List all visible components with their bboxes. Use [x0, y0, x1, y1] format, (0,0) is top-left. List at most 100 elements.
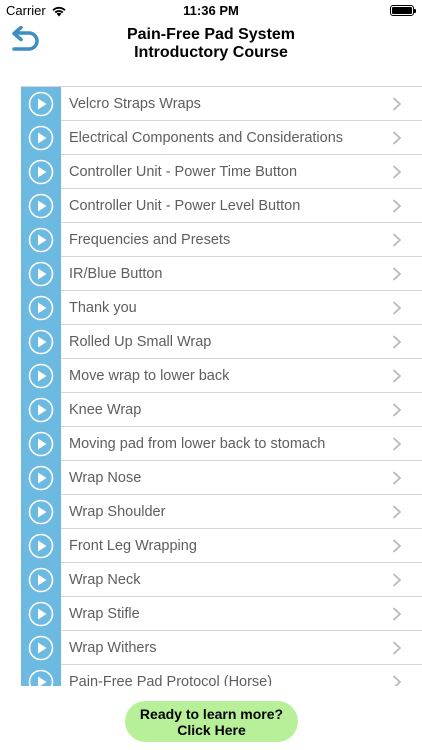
- video-thumbnail: [21, 563, 61, 597]
- chevron-right-icon: [393, 165, 401, 178]
- chevron-right-icon: [393, 369, 401, 382]
- play-icon: [28, 601, 54, 627]
- video-list-item[interactable]: Controller Unit - Power Time Button: [21, 155, 422, 189]
- back-arrow-icon: [12, 25, 39, 51]
- chevron-right-icon: [393, 573, 401, 586]
- play-icon: [28, 533, 54, 559]
- play-icon: [28, 295, 54, 321]
- video-thumbnail: [21, 359, 61, 393]
- play-icon: [28, 499, 54, 525]
- video-list-item[interactable]: Knee Wrap: [21, 393, 422, 427]
- video-list-item[interactable]: Move wrap to lower back: [21, 359, 422, 393]
- video-title: Wrap Neck: [69, 571, 141, 588]
- page-title-line2: Introductory Course: [134, 44, 288, 61]
- video-list-item[interactable]: Controller Unit - Power Level Button: [21, 189, 422, 223]
- play-icon: [28, 431, 54, 457]
- video-title: Pain-Free Pad Protocol (Horse): [69, 673, 273, 687]
- chevron-right-icon: [393, 233, 401, 246]
- video-list-item[interactable]: Wrap Neck: [21, 563, 422, 597]
- play-icon: [28, 193, 54, 219]
- video-thumbnail: [21, 257, 61, 291]
- chevron-right-icon: [393, 97, 401, 110]
- chevron-right-icon: [393, 675, 401, 686]
- chevron-right-icon: [393, 539, 401, 552]
- video-title: Moving pad from lower back to stomach: [69, 435, 326, 452]
- video-title: Frequencies and Presets: [69, 231, 231, 248]
- learn-more-button[interactable]: Ready to learn more? Click Here: [125, 701, 298, 742]
- video-thumbnail: [21, 325, 61, 359]
- video-title: Electrical Components and Considerations: [69, 129, 344, 146]
- video-list[interactable]: Velcro Straps Wraps Electrical Component…: [21, 86, 422, 686]
- chevron-right-icon: [393, 403, 401, 416]
- learn-more-line1: Ready to learn more?: [139, 705, 284, 722]
- video-thumbnail: [21, 529, 61, 563]
- video-title: Move wrap to lower back: [69, 367, 230, 384]
- play-icon: [28, 261, 54, 287]
- video-list-item[interactable]: IR/Blue Button: [21, 257, 422, 291]
- video-title: Knee Wrap: [69, 401, 142, 418]
- video-list-item[interactable]: Electrical Components and Considerations: [21, 121, 422, 155]
- chevron-right-icon: [393, 199, 401, 212]
- video-title: Wrap Shoulder: [69, 503, 166, 520]
- video-thumbnail: [21, 461, 61, 495]
- play-icon: [28, 159, 54, 185]
- video-list-item[interactable]: Rolled Up Small Wrap: [21, 325, 422, 359]
- back-button[interactable]: [8, 25, 42, 56]
- video-list-item[interactable]: Pain-Free Pad Protocol (Horse): [21, 665, 422, 686]
- chevron-right-icon: [393, 641, 401, 654]
- video-thumbnail: [21, 155, 61, 189]
- play-icon: [28, 635, 54, 661]
- video-title: Thank you: [69, 299, 137, 316]
- chevron-right-icon: [393, 267, 401, 280]
- chevron-right-icon: [393, 131, 401, 144]
- play-icon: [28, 227, 54, 253]
- video-thumbnail: [21, 393, 61, 427]
- video-thumbnail: [21, 597, 61, 631]
- chevron-right-icon: [393, 505, 401, 518]
- video-list-item[interactable]: Front Leg Wrapping: [21, 529, 422, 563]
- video-title: Controller Unit - Power Level Button: [69, 197, 301, 214]
- chevron-right-icon: [393, 607, 401, 620]
- video-thumbnail: [21, 665, 61, 686]
- play-icon: [28, 91, 54, 117]
- video-title: Controller Unit - Power Time Button: [69, 163, 298, 180]
- play-icon: [28, 465, 54, 491]
- play-icon: [28, 397, 54, 423]
- video-title: Wrap Stifle: [69, 605, 140, 622]
- play-icon: [28, 363, 54, 389]
- video-list-item[interactable]: Wrap Withers: [21, 631, 422, 665]
- chevron-right-icon: [393, 301, 401, 314]
- battery-icon: [390, 5, 416, 16]
- video-title: IR/Blue Button: [69, 265, 163, 282]
- play-icon: [28, 329, 54, 355]
- video-title: Front Leg Wrapping: [69, 537, 197, 554]
- video-title: Rolled Up Small Wrap: [69, 333, 212, 350]
- play-icon: [28, 669, 54, 686]
- video-thumbnail: [21, 427, 61, 461]
- chevron-right-icon: [393, 335, 401, 348]
- chevron-right-icon: [393, 471, 401, 484]
- video-list-item[interactable]: Thank you: [21, 291, 422, 325]
- video-title: Wrap Nose: [69, 469, 142, 486]
- video-list-item[interactable]: Moving pad from lower back to stomach: [21, 427, 422, 461]
- play-icon: [28, 567, 54, 593]
- video-title: Wrap Withers: [69, 639, 157, 656]
- video-title: Velcro Straps Wraps: [69, 95, 201, 112]
- learn-more-line2: Click Here: [177, 721, 246, 738]
- video-thumbnail: [21, 495, 61, 529]
- video-thumbnail: [21, 631, 61, 665]
- chevron-right-icon: [393, 437, 401, 450]
- status-bar: Carrier 11:36 PM: [0, 0, 422, 22]
- status-time: 11:36 PM: [183, 3, 239, 18]
- page-title: Pain-Free Pad System Introductory Course: [60, 26, 362, 62]
- video-thumbnail: [21, 87, 61, 121]
- video-list-item[interactable]: Wrap Shoulder: [21, 495, 422, 529]
- play-icon: [28, 125, 54, 151]
- video-list-item[interactable]: Velcro Straps Wraps: [21, 87, 422, 121]
- video-thumbnail: [21, 189, 61, 223]
- video-list-item[interactable]: Wrap Stifle: [21, 597, 422, 631]
- video-list-item[interactable]: Frequencies and Presets: [21, 223, 422, 257]
- video-thumbnail: [21, 223, 61, 257]
- video-thumbnail: [21, 121, 61, 155]
- video-list-item[interactable]: Wrap Nose: [21, 461, 422, 495]
